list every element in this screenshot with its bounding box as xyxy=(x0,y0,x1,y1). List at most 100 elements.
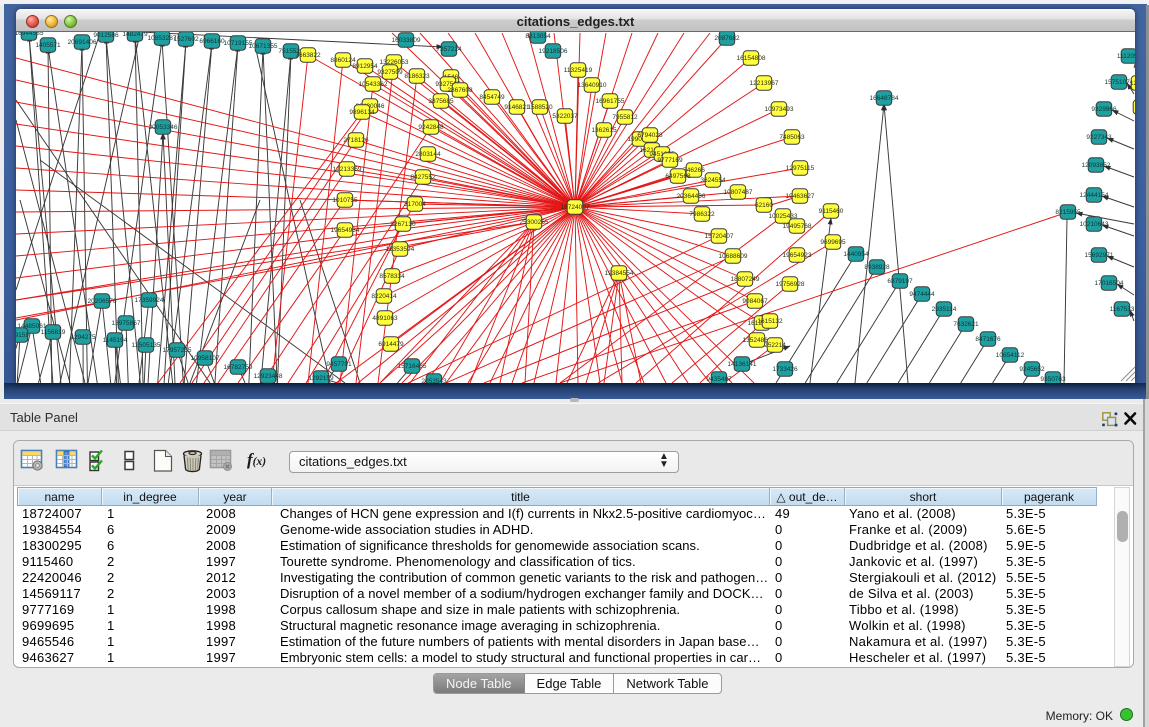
svg-text:19384554: 19384554 xyxy=(605,270,634,277)
svg-text:19218506: 19218506 xyxy=(539,48,568,55)
svg-text:17359924: 17359924 xyxy=(135,297,164,304)
svg-text:12093852: 12093852 xyxy=(1082,162,1111,169)
svg-text:9242848: 9242848 xyxy=(418,124,444,131)
svg-text:8454749: 8454749 xyxy=(479,94,505,101)
svg-text:6497568: 6497568 xyxy=(665,173,691,180)
svg-text:12213: 12213 xyxy=(1130,80,1135,87)
svg-text:8471676: 8471676 xyxy=(975,336,1001,343)
svg-text:12444154: 12444154 xyxy=(1080,192,1109,199)
svg-text:9435467: 9435467 xyxy=(706,376,732,383)
svg-text:9115460: 9115460 xyxy=(819,208,844,215)
svg-text:19463627: 19463627 xyxy=(786,193,815,200)
svg-text:15720407: 15720407 xyxy=(705,233,734,240)
svg-text:10671355: 10671355 xyxy=(249,43,278,50)
svg-text:7632621: 7632621 xyxy=(953,321,979,328)
svg-text:9350763: 9350763 xyxy=(1040,376,1066,383)
svg-text:8578334: 8578334 xyxy=(379,273,405,280)
svg-text:1167533: 1167533 xyxy=(1110,306,1135,313)
svg-text:12213369: 12213369 xyxy=(333,166,362,173)
svg-text:20206576: 20206576 xyxy=(88,298,117,305)
svg-text:18807249: 18807249 xyxy=(731,276,760,283)
svg-text:20691406: 20691406 xyxy=(68,39,97,46)
svg-text:9327509: 9327509 xyxy=(377,69,403,76)
svg-text:1588520: 1588520 xyxy=(527,104,553,111)
svg-text:8220414: 8220414 xyxy=(371,293,397,300)
svg-text:3624554: 3624554 xyxy=(700,177,726,184)
svg-text:19654923: 19654923 xyxy=(783,252,812,259)
svg-text:20364436: 20364436 xyxy=(677,193,706,200)
svg-text:8215955: 8215955 xyxy=(1055,209,1081,216)
svg-text:9084067: 9084067 xyxy=(742,298,768,305)
svg-text:2053543: 2053543 xyxy=(421,378,447,383)
svg-text:10688609: 10688609 xyxy=(719,253,748,260)
svg-text:1733426: 1733426 xyxy=(772,366,798,373)
svg-text:2867608: 2867608 xyxy=(447,87,473,94)
svg-text:10543362: 10543362 xyxy=(359,81,388,88)
svg-text:9896134: 9896134 xyxy=(349,109,375,116)
svg-text:1615132: 1615132 xyxy=(757,318,783,325)
svg-text:317004: 317004 xyxy=(404,201,426,208)
svg-text:12975115: 12975115 xyxy=(786,165,815,172)
svg-text:1482479: 1482479 xyxy=(122,32,148,38)
svg-text:7986322: 7986322 xyxy=(689,211,715,218)
svg-text:2087682: 2087682 xyxy=(714,35,740,42)
svg-text:3875685: 3875685 xyxy=(428,98,454,105)
svg-text:9012586: 9012586 xyxy=(93,32,119,39)
svg-text:1527602: 1527602 xyxy=(173,36,199,43)
svg-text:9699695: 9699695 xyxy=(820,239,846,246)
svg-text:1292159: 1292159 xyxy=(308,375,334,382)
svg-text:9474444: 9474444 xyxy=(909,291,935,298)
svg-text:12213967: 12213967 xyxy=(750,80,779,87)
svg-text:7955812: 7955812 xyxy=(612,114,638,121)
svg-text:10654112: 10654112 xyxy=(996,352,1025,359)
svg-text:7485063: 7485063 xyxy=(779,134,805,141)
svg-text:9146821: 9146821 xyxy=(504,104,530,111)
svg-text:8938928: 8938928 xyxy=(864,264,890,271)
svg-text:1156819: 1156819 xyxy=(41,329,66,336)
svg-text:8813054: 8813054 xyxy=(525,33,551,40)
svg-text:7357224: 7357224 xyxy=(436,46,462,53)
svg-text:8186323: 8186323 xyxy=(404,73,430,80)
svg-text:1405571: 1405571 xyxy=(35,42,61,49)
svg-text:19495768: 19495768 xyxy=(783,223,812,230)
svg-text:25300265: 25300265 xyxy=(520,219,549,226)
svg-text:13640910: 13640910 xyxy=(578,82,607,89)
svg-text:9227343: 9227343 xyxy=(1086,134,1112,141)
svg-text:10958107: 10958107 xyxy=(191,355,220,362)
svg-text:10973493: 10973493 xyxy=(765,106,794,113)
svg-text:8912954: 8912954 xyxy=(352,63,378,70)
svg-text:10210643: 10210643 xyxy=(1080,221,1109,228)
svg-text:39159: 39159 xyxy=(16,332,29,339)
svg-text:18724007: 18724007 xyxy=(561,204,590,211)
svg-text:8427552: 8427552 xyxy=(410,174,436,181)
svg-text:7663822: 7663822 xyxy=(295,52,321,59)
svg-text:19756928: 19756928 xyxy=(776,281,805,288)
svg-text:4891063: 4891063 xyxy=(372,315,398,322)
svg-text:12505135: 12505135 xyxy=(132,342,161,349)
svg-text:16944585: 16944585 xyxy=(16,32,44,37)
svg-text:20053346: 20053346 xyxy=(149,124,178,131)
svg-text:1145194: 1145194 xyxy=(103,337,128,344)
svg-text:10807487: 10807487 xyxy=(724,189,753,196)
svg-text:16782759: 16782759 xyxy=(224,364,253,371)
svg-text:252214: 252214 xyxy=(764,342,786,349)
svg-text:3267130: 3267130 xyxy=(390,221,416,228)
svg-text:15716485: 15716485 xyxy=(398,363,427,370)
svg-text:16154808: 16154808 xyxy=(737,55,766,62)
svg-text:2718126: 2718126 xyxy=(343,137,369,144)
svg-text:1294275: 1294275 xyxy=(70,334,96,341)
svg-text:14136141: 14136141 xyxy=(728,361,757,368)
svg-text:16648784: 16648784 xyxy=(870,95,899,102)
svg-text:9329966: 9329966 xyxy=(1091,106,1117,113)
svg-text:17957255: 17957255 xyxy=(163,347,192,354)
svg-text:2803144: 2803144 xyxy=(415,151,441,158)
svg-text:6794028: 6794028 xyxy=(637,132,663,139)
svg-text:17016504: 17016504 xyxy=(1095,280,1124,287)
svg-text:62160: 62160 xyxy=(755,202,773,209)
svg-text:1362615: 1362615 xyxy=(591,127,617,134)
svg-text:9457791: 9457791 xyxy=(326,361,352,368)
svg-text:6914479: 6914479 xyxy=(378,341,404,348)
svg-text:6879197: 6879197 xyxy=(887,278,913,285)
svg-text:2935114: 2935114 xyxy=(932,306,957,313)
svg-text:12923448: 12923448 xyxy=(254,373,283,380)
